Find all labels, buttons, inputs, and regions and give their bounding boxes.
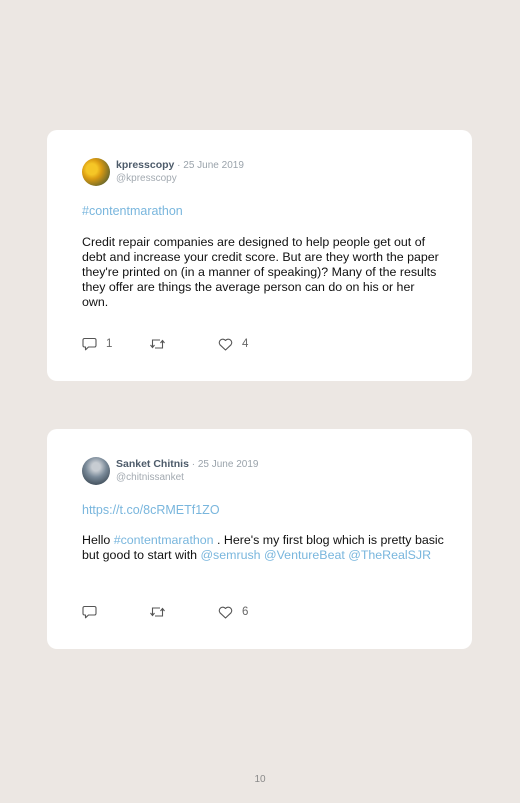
like-button[interactable]: 6 — [218, 604, 248, 620]
tweet-actions: 1 4 — [82, 336, 282, 352]
hashtag-link[interactable]: #contentmarathon — [82, 204, 183, 218]
avatar[interactable] — [82, 457, 110, 485]
like-count: 6 — [242, 606, 249, 618]
reply-button[interactable]: 1 — [82, 336, 112, 352]
tweet-text: Hello #contentmarathon . Here's my first… — [82, 533, 444, 563]
like-button[interactable]: 4 — [218, 336, 248, 352]
separator-dot: · — [188, 459, 198, 470]
heart-icon — [218, 338, 233, 351]
separator-dot: · — [174, 160, 184, 171]
display-name[interactable]: Sanket Chitnis — [116, 458, 189, 470]
reply-icon — [82, 605, 97, 619]
avatar[interactable] — [82, 158, 110, 186]
url-link[interactable]: https://t.co/8cRMETf1ZO — [82, 503, 220, 517]
page-number: 10 — [254, 774, 266, 785]
tweet-card: Sanket Chitnis · 25 June 2019 @chitnissa… — [47, 429, 472, 649]
display-name[interactable]: kpresscopy — [116, 159, 174, 171]
retweet-icon — [150, 339, 165, 349]
tweet-date[interactable]: 25 June 2019 — [183, 160, 244, 171]
tweet-text: Credit repair companies are designed to … — [82, 235, 439, 309]
retweet-button[interactable] — [149, 336, 175, 352]
tweet-author: Sanket Chitnis · 25 June 2019 @chitnissa… — [116, 458, 258, 484]
mention-link[interactable]: @TheRealSJR — [348, 548, 431, 562]
user-handle[interactable]: @chitnissanket — [116, 471, 258, 484]
mention-link[interactable]: @semrush — [200, 548, 260, 562]
reply-icon — [82, 337, 97, 351]
hashtag-link[interactable]: #contentmarathon — [114, 533, 214, 547]
reply-count: 1 — [106, 338, 113, 350]
reply-button[interactable] — [82, 604, 106, 620]
tweet-author: kpresscopy · 25 June 2019 @kpresscopy — [116, 159, 244, 185]
like-count: 4 — [242, 338, 249, 350]
retweet-button[interactable] — [149, 604, 175, 620]
tweet-actions: 6 — [82, 604, 282, 620]
tweet-date[interactable]: 25 June 2019 — [198, 459, 259, 470]
text-prefix: Hello — [82, 533, 114, 547]
user-handle[interactable]: @kpresscopy — [116, 172, 244, 185]
heart-icon — [218, 606, 233, 619]
retweet-icon — [150, 607, 165, 617]
mention-link[interactable]: @VentureBeat — [264, 548, 345, 562]
tweet-card: kpresscopy · 25 June 2019 @kpresscopy #c… — [47, 130, 472, 381]
